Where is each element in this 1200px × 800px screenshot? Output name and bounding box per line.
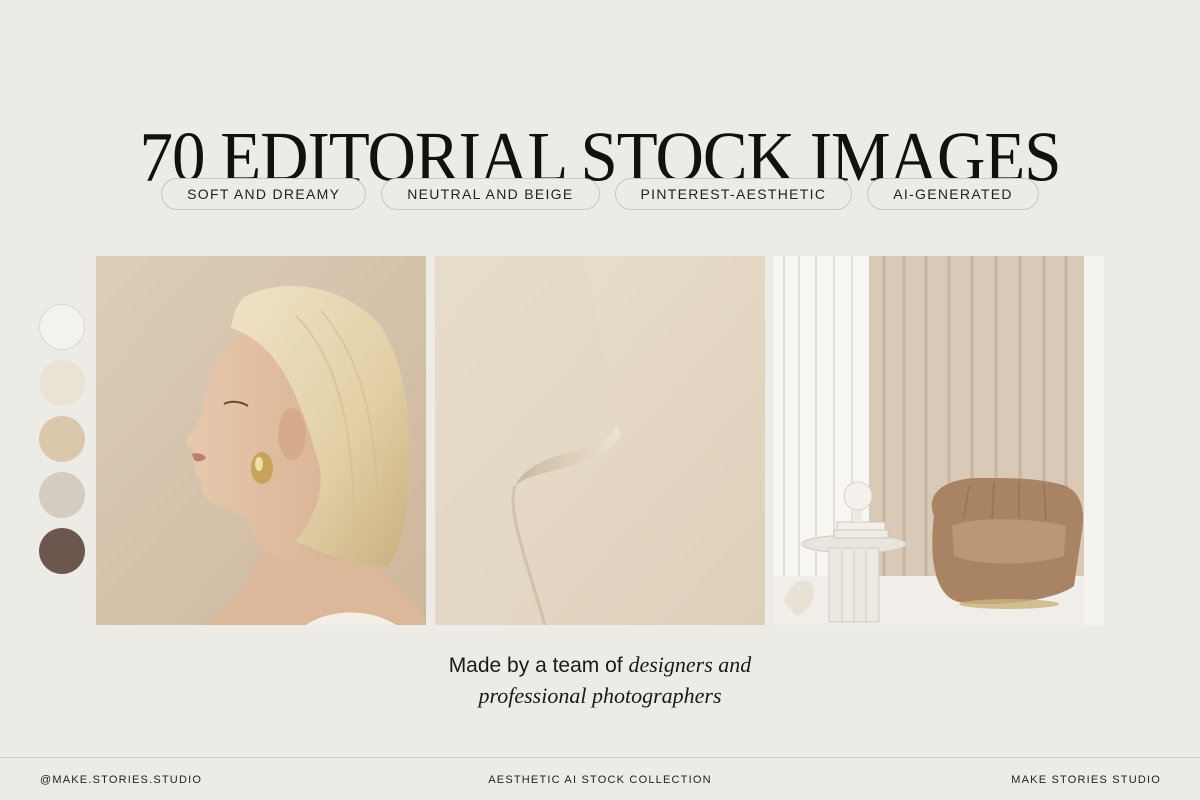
- interior-photo: [774, 256, 1104, 625]
- portrait-illustration: [96, 256, 426, 625]
- portrait-photo: [96, 256, 426, 625]
- plaster-texture-illustration: [435, 256, 765, 625]
- tagline: Made by a team of designers and professi…: [0, 650, 1200, 712]
- swatch-cocoa: [39, 528, 85, 574]
- footer-studio-name: MAKE STORIES STUDIO: [1011, 774, 1161, 786]
- tag-ai-generated: AI-GENERATED: [867, 178, 1039, 210]
- swatch-cream: [39, 360, 85, 406]
- tag-pinterest-aesthetic: PINTEREST-AESTHETIC: [614, 178, 853, 210]
- footer-divider: [0, 757, 1200, 758]
- swatch-off-white: [39, 304, 85, 350]
- tagline-italic-2: professional photographers: [478, 683, 722, 708]
- tagline-italic-1: designers and: [628, 652, 752, 677]
- swatch-sand: [39, 416, 85, 462]
- tag-soft-and-dreamy: SOFT AND DREAMY: [161, 178, 367, 210]
- tagline-line-1: Made by a team of designers and: [0, 650, 1200, 681]
- color-palette: [39, 304, 85, 584]
- tagline-line-2: professional photographers: [0, 681, 1200, 712]
- tagline-plain: Made by a team of: [448, 654, 623, 677]
- swatch-greige: [39, 472, 85, 518]
- tag-neutral-and-beige: NEUTRAL AND BEIGE: [381, 178, 600, 210]
- interior-illustration: [774, 256, 1104, 625]
- texture-photo: [435, 256, 765, 625]
- tag-list: SOFT AND DREAMY NEUTRAL AND BEIGE PINTER…: [0, 178, 1200, 210]
